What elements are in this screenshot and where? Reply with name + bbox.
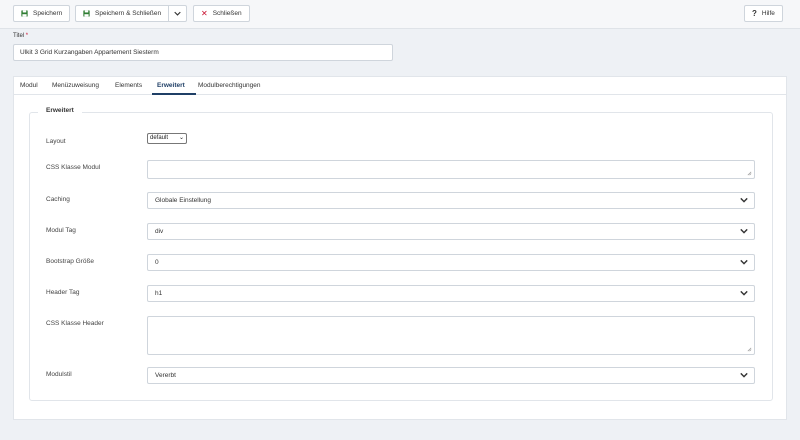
module-tag-label: Modul Tag [46,227,76,234]
chevron-down-icon [174,11,181,16]
title-input[interactable]: Ulkit 3 Grid Kurzangaben Appartement Sie… [13,44,393,61]
css-module-label: CSS Klasse Modul [46,164,101,171]
save-icon [83,10,90,17]
resize-grip-icon [747,347,752,352]
help-icon: ? [752,9,757,18]
save-label: Speichern [33,10,63,17]
save-dropdown-toggle[interactable] [169,6,186,21]
module-panel: Modul Menüzuweisung Elements Erweitert M… [13,76,787,420]
module-tag-value: div [155,228,164,235]
css-module-textarea[interactable] [147,160,755,179]
tab-bar: Modul Menüzuweisung Elements Erweitert M… [14,77,786,95]
tab-modulberechtigungen[interactable]: Modulberechtigungen [198,77,261,95]
header-tag-value: h1 [155,290,163,297]
save-close-button[interactable]: Speichern & Schließen [76,6,170,21]
save-close-split-button: Speichern & Schließen [75,5,187,22]
chevron-down-icon [740,197,748,203]
active-tab-indicator [152,93,196,95]
header-tag-select[interactable]: h1 [147,285,755,302]
layout-value: default [150,135,169,141]
caching-value: Globale Einstellung [155,197,212,204]
css-header-label: CSS Klasse Header [46,320,104,327]
close-icon: ✕ [201,8,208,18]
title-label: Titel * [13,33,29,39]
save-icon [21,10,28,17]
layout-label: Layout [46,138,66,145]
css-header-textarea[interactable] [147,316,755,355]
bootstrap-size-value: 0 [155,259,159,266]
chevron-down-icon: ⌄ [178,135,184,141]
close-label: Schließen [212,10,242,17]
module-tag-select[interactable]: div [147,223,755,240]
module-style-select[interactable]: Vererbt [147,367,755,384]
bootstrap-size-label: Bootstrap Größe [46,258,95,265]
save-close-label: Speichern & Schließen [95,10,162,17]
header-tag-label: Header Tag [46,289,80,296]
chevron-down-icon [740,372,748,378]
resize-grip-icon [747,171,752,176]
caching-select[interactable]: Globale Einstellung [147,192,755,209]
chevron-down-icon [740,290,748,296]
required-mark: * [25,33,29,39]
bootstrap-size-select[interactable]: 0 [147,254,755,271]
help-label: Hilfe [761,10,775,17]
advanced-legend: Erweitert [38,107,82,114]
module-style-value: Vererbt [155,372,176,379]
help-button[interactable]: ? Hilfe [744,5,783,22]
toolbar: Speichern Speichern & Schließen ✕ Schlie… [0,0,800,29]
layout-select[interactable]: default ⌄ [147,133,187,144]
tab-modul[interactable]: Modul [20,77,38,95]
chevron-down-icon [740,228,748,234]
module-style-label: Modulstil [46,371,72,378]
caching-label: Caching [46,196,70,203]
tab-elements[interactable]: Elements [115,77,142,95]
close-button[interactable]: ✕ Schließen [193,5,250,22]
chevron-down-icon [740,259,748,265]
tab-menuzuweisung[interactable]: Menüzuweisung [52,77,99,95]
save-button[interactable]: Speichern [13,5,71,22]
